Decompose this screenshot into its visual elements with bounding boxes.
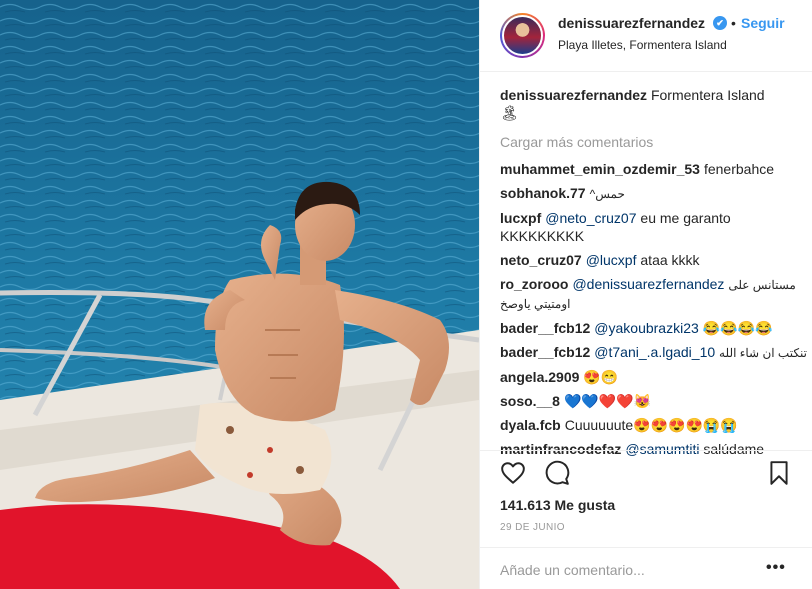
comment-item: bader__fcb12 @yakoubrazki23 😂😂😂😂 (500, 319, 800, 337)
add-comment-input[interactable] (500, 560, 760, 580)
divider (480, 547, 812, 548)
comment-username[interactable]: bader__fcb12 (500, 320, 590, 336)
comment-username[interactable]: angela.2909 (500, 369, 579, 385)
comment-username[interactable]: bader__fcb12 (500, 344, 590, 360)
comment-mention[interactable]: @samumtiti (625, 441, 699, 457)
post-caption: denissuarezfernandez Formentera Island 🏝 (500, 86, 800, 123)
comment-mention[interactable]: @lucxpf (586, 252, 637, 268)
comment-username[interactable]: soso.__8 (500, 393, 560, 409)
post-details-panel: denissuarezfernandez ✔ • Seguir Playa Il… (479, 0, 812, 589)
load-more-comments-button[interactable]: Cargar más comentarios (500, 133, 800, 151)
caption-username[interactable]: denissuarezfernandez (500, 87, 647, 103)
caption-text: Formentera Island (650, 87, 765, 103)
comment-username[interactable]: sobhanok.77 (500, 185, 586, 201)
yacht-photo-illustration (0, 0, 479, 589)
comment-item: ro_zorooo @denissuarezfernandez مستانس عل… (500, 275, 800, 313)
comment-username[interactable]: lucxpf (500, 210, 541, 226)
comment-text: Cuuuuuute😍😍😍😍😭😭 (564, 417, 738, 433)
heart-outline-icon[interactable] (500, 460, 528, 488)
bookmark-icon[interactable] (766, 460, 794, 488)
more-options-icon[interactable]: ••• (766, 559, 786, 577)
comment-item: neto_cruz07 @lucxpf ataa kkkk (500, 251, 800, 269)
likes-count[interactable]: 141.613 Me gusta (500, 497, 615, 513)
comment-item: sobhanok.77 ^حمس (500, 184, 800, 203)
comment-item: soso.__8 💙💙❤️❤️😻 (500, 392, 800, 410)
comment-username[interactable]: dyala.fcb (500, 417, 561, 433)
comment-text: ataa kkkk (640, 252, 700, 268)
comment-text: fenerbahce (703, 161, 775, 177)
comment-item: bader__fcb12 @t7ani_.a.lgadi_10 تنكتب ان … (500, 343, 807, 362)
comment-username[interactable]: martinfrancodefaz (500, 441, 621, 457)
comment-text: salúdame (703, 441, 765, 457)
comment-username[interactable]: muhammet_emin_ozdemir_53 (500, 161, 700, 177)
comment-text: 😂😂😂😂 (702, 320, 773, 336)
divider (480, 450, 812, 451)
post-photo[interactable] (0, 0, 479, 589)
comment-username[interactable]: ro_zorooo (500, 276, 568, 292)
location-link[interactable]: Playa Illetes, Formentera Island (558, 38, 727, 52)
speech-bubble-icon[interactable] (544, 460, 572, 488)
post-header: denissuarezfernandez ✔ • Seguir Playa Il… (480, 0, 812, 72)
comment-item: angela.2909 😍😁 (500, 368, 800, 386)
comment-mention[interactable]: @denissuarezfernandez (572, 276, 724, 292)
avatar[interactable] (500, 13, 545, 58)
comment-item: lucxpf @neto_cruz07 eu me garanto KKKKKKK… (500, 209, 800, 245)
post-actions (500, 458, 800, 492)
verified-badge-icon: ✔ (713, 16, 727, 30)
comment-item: dyala.fcb Cuuuuuute😍😍😍😍😭😭 (500, 416, 800, 434)
comment-item: martinfrancodefaz @samumtiti salúdame (500, 440, 800, 458)
island-emoji: 🏝 (500, 105, 520, 122)
comment-text: 💙💙❤️❤️😻 (563, 393, 652, 409)
comment-mention[interactable]: @neto_cruz07 (545, 210, 636, 226)
comment-mention[interactable]: @yakoubrazki23 (594, 320, 699, 336)
comment-text: تنكتب ان شاء الله (719, 346, 807, 360)
comment-text: ^حمس (589, 187, 625, 201)
post-date: 29 DE JUNIO (500, 522, 565, 533)
instagram-post: denissuarezfernandez ✔ • Seguir Playa Il… (0, 0, 812, 589)
comment-mention[interactable]: @t7ani_.a.lgadi_10 (594, 344, 715, 360)
follow-button[interactable]: Seguir (741, 15, 785, 31)
header-username[interactable]: denissuarezfernandez (558, 15, 705, 31)
comments-list: denissuarezfernandez Formentera Island 🏝… (500, 86, 807, 464)
comment-username[interactable]: neto_cruz07 (500, 252, 582, 268)
comment-text: 😍😁 (583, 369, 619, 385)
separator-dot: • (731, 15, 736, 31)
comment-item: muhammet_emin_ozdemir_53 fenerbahce (500, 160, 800, 178)
